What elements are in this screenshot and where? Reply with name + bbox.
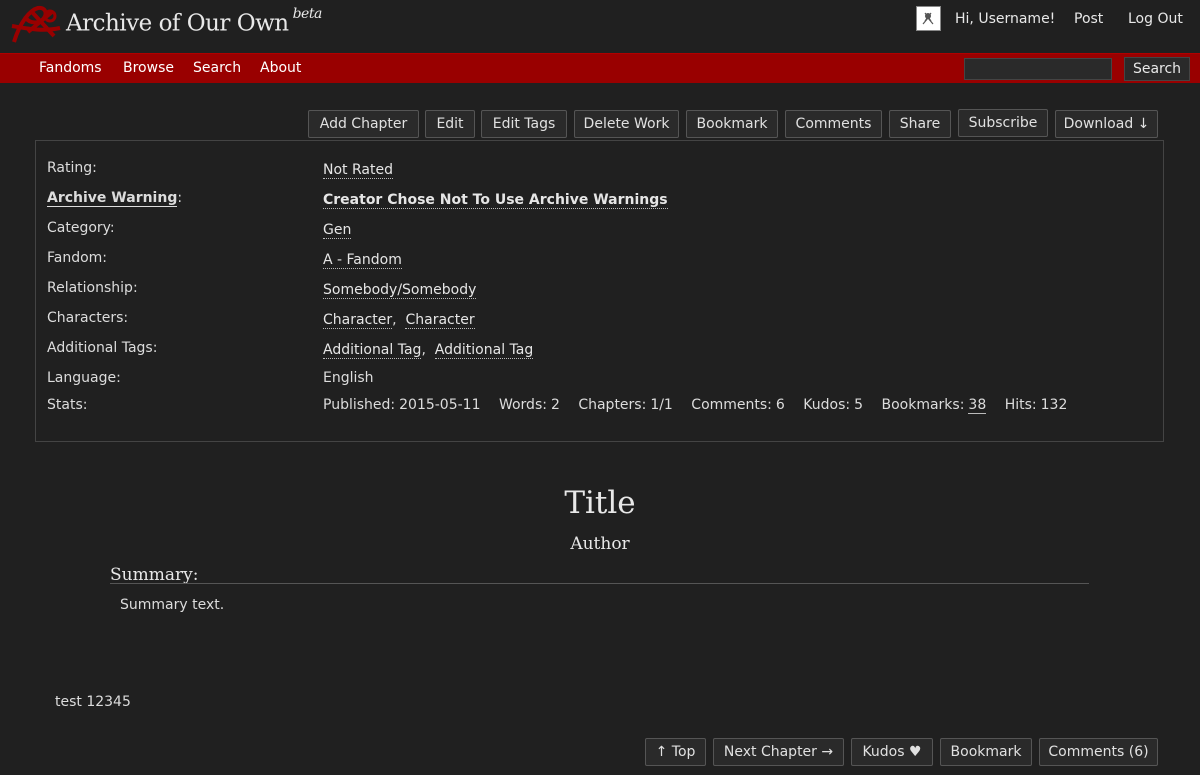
comments-value: 6 xyxy=(775,397,785,413)
warning-tag[interactable]: Creator Chose Not To Use Archive Warning… xyxy=(323,192,668,209)
chapters-value: 1/1 xyxy=(650,397,673,413)
logout-link[interactable]: Log Out xyxy=(1128,11,1183,27)
top-button[interactable]: ↑ Top xyxy=(645,738,706,766)
rating-label: Rating: xyxy=(47,160,97,176)
ao3-logo-icon[interactable] xyxy=(8,2,64,48)
category-tag[interactable]: Gen xyxy=(323,222,352,239)
summary-heading: Summary: xyxy=(110,565,199,585)
words-label: Words: xyxy=(498,397,547,413)
site-title-text[interactable]: Archive of Our Own xyxy=(66,11,289,37)
kudos-label: Kudos: xyxy=(803,397,851,413)
nav-about[interactable]: About xyxy=(260,60,301,76)
work-title: Title xyxy=(564,485,636,521)
delete-work-button[interactable]: Delete Work xyxy=(574,110,679,138)
work-author[interactable]: Author xyxy=(0,534,1200,554)
beta-label: beta xyxy=(292,6,323,22)
language-value: English xyxy=(323,370,374,386)
bookmark-button[interactable]: Bookmark xyxy=(686,110,778,138)
next-chapter-button[interactable]: Next Chapter → xyxy=(713,738,844,766)
share-button[interactable]: Share xyxy=(889,110,951,138)
nav-search[interactable]: Search xyxy=(193,60,241,76)
subscribe-button[interactable]: Subscribe xyxy=(958,109,1048,137)
primary-nav: Fandoms Browse Search About Search xyxy=(0,53,1200,83)
nav-fandoms[interactable]: Fandoms xyxy=(39,60,102,76)
edit-tags-button[interactable]: Edit Tags xyxy=(481,110,567,138)
summary-divider xyxy=(110,583,1089,584)
published-label: Published: xyxy=(323,397,396,413)
download-button[interactable]: Download ↓ xyxy=(1055,110,1158,138)
hits-label: Hits: xyxy=(1004,397,1037,413)
stats-value: Published: 2015-05-11 Words: 2 Chapters: 1/… xyxy=(323,397,1068,414)
footer-comments-button[interactable]: Comments (6) xyxy=(1039,738,1158,766)
chapter-text: test 12345 xyxy=(55,694,131,710)
comments-label: Comments: xyxy=(691,397,772,413)
relationship-value: Somebody/Somebody xyxy=(323,282,477,299)
kudos-button[interactable]: Kudos ♥ xyxy=(851,738,933,766)
rating-tag[interactable]: Not Rated xyxy=(323,162,393,179)
language-label: Language: xyxy=(47,370,121,386)
additional-tag[interactable]: Additional Tag xyxy=(323,342,422,359)
search-button[interactable]: Search xyxy=(1124,57,1190,81)
warning-label: Archive Warning: xyxy=(47,190,183,207)
category-label: Category: xyxy=(47,220,115,236)
add-chapter-button[interactable]: Add Chapter xyxy=(308,110,419,138)
user-avatar[interactable] xyxy=(916,6,941,31)
characters-label: Characters: xyxy=(47,310,129,326)
category-value: Gen xyxy=(323,222,352,239)
nav-browse[interactable]: Browse xyxy=(123,60,174,76)
greeting-link[interactable]: Hi, Username! xyxy=(955,11,1055,27)
additional-tags-value: Additional Tag, Additional Tag xyxy=(323,342,534,359)
site-title[interactable]: Archive of Our Own beta xyxy=(66,6,322,37)
words-value: 2 xyxy=(550,397,560,413)
kudos-value: 5 xyxy=(854,397,864,413)
bookmarks-label: Bookmarks: xyxy=(881,397,965,413)
footer-bookmark-button[interactable]: Bookmark xyxy=(940,738,1032,766)
stats-label: Stats: xyxy=(47,397,88,413)
post-link[interactable]: Post xyxy=(1074,11,1103,27)
rating-value: Not Rated xyxy=(323,162,393,179)
additional-tag[interactable]: Additional Tag xyxy=(434,342,534,359)
warning-value: Creator Chose Not To Use Archive Warning… xyxy=(323,192,668,209)
summary-text: Summary text. xyxy=(120,597,225,613)
fandom-value: A - Fandom xyxy=(323,252,402,269)
relationship-tag[interactable]: Somebody/Somebody xyxy=(323,282,477,299)
chapters-label: Chapters: xyxy=(578,397,647,413)
relationship-label: Relationship: xyxy=(47,280,138,296)
character-tag[interactable]: Character xyxy=(323,312,393,329)
site-header: Archive of Our Own beta Hi, Username! Pos… xyxy=(0,0,1200,53)
edit-button[interactable]: Edit xyxy=(425,110,475,138)
bookmarks-count-link[interactable]: 38 xyxy=(968,397,987,414)
fandom-tag[interactable]: A - Fandom xyxy=(323,252,402,269)
comments-button[interactable]: Comments xyxy=(785,110,882,138)
additional-tags-label: Additional Tags: xyxy=(47,340,158,356)
hits-value: 132 xyxy=(1040,397,1068,413)
archive-warning-link[interactable]: Archive Warning xyxy=(47,190,178,207)
character-tag[interactable]: Character xyxy=(405,312,475,329)
search-input[interactable] xyxy=(964,58,1112,80)
warning-colon: : xyxy=(177,190,183,206)
published-value: 2015-05-11 xyxy=(399,397,481,413)
avatar-icon xyxy=(922,12,934,25)
characters-value: Character, Character xyxy=(323,312,475,329)
fandom-label: Fandom: xyxy=(47,250,108,266)
